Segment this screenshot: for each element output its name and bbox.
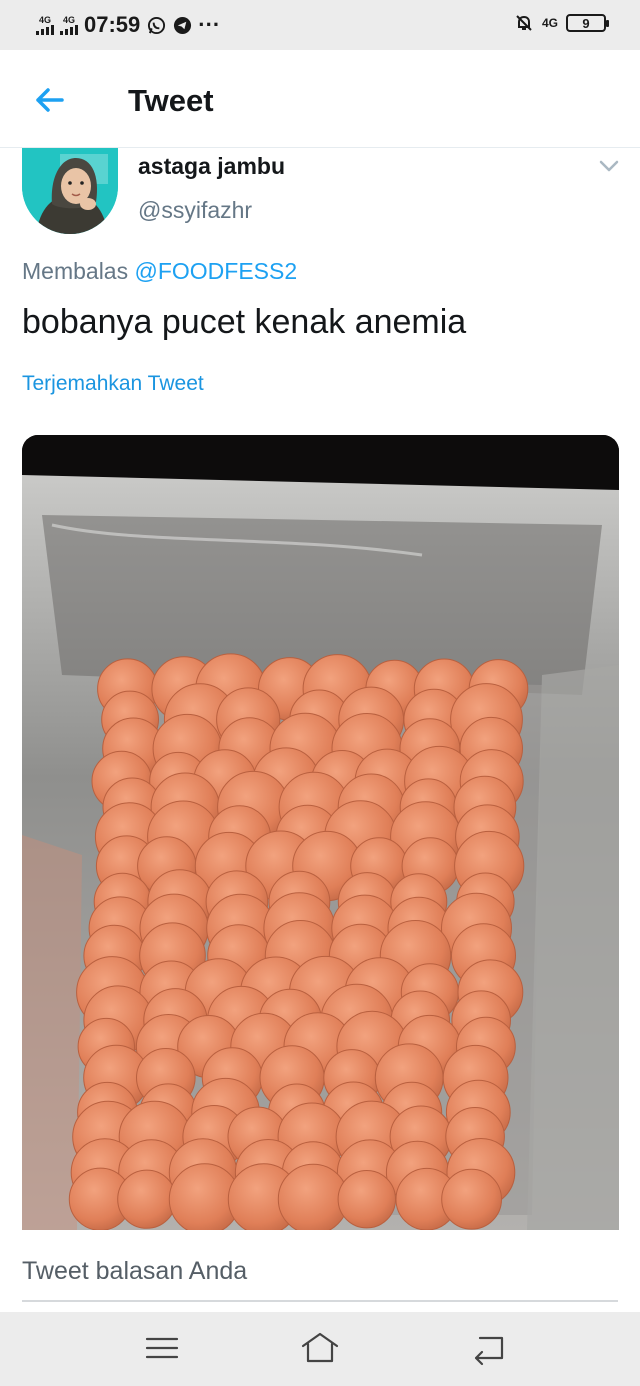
- status-bar-right: 4G 9: [514, 13, 609, 33]
- signal-bars-icon: [36, 24, 54, 35]
- mute-bell-icon: [514, 13, 534, 33]
- reply-prefix: Membalas: [22, 258, 129, 284]
- translate-tweet-link[interactable]: Terjemahkan Tweet: [22, 372, 204, 396]
- system-nav-bar: [0, 1312, 640, 1386]
- boba-pearl: [441, 1168, 503, 1230]
- reply-input[interactable]: Tweet balasan Anda: [22, 1257, 247, 1286]
- back-button[interactable]: [32, 82, 68, 118]
- boba-pearl: [277, 1163, 349, 1230]
- back-icon: [474, 1336, 504, 1366]
- battery-level: 9: [582, 15, 590, 31]
- recent-apps-button[interactable]: [142, 1330, 182, 1366]
- tweet-text: bobanya pucet kenak anemia: [22, 303, 467, 341]
- tweet-options-button[interactable]: [598, 158, 620, 174]
- page-title: Tweet: [128, 83, 214, 118]
- network-type-label: 4G: [38, 14, 51, 25]
- avatar[interactable]: [22, 148, 118, 234]
- chevron-down-icon: [599, 160, 619, 172]
- boba-pearl: [337, 1170, 396, 1229]
- reply-mention-link[interactable]: @FOODFESS2: [135, 258, 298, 284]
- telegram-icon: [172, 15, 192, 35]
- menu-icon: [145, 1337, 179, 1359]
- app-header: Tweet: [0, 50, 640, 148]
- battery-icon: 9: [566, 14, 609, 32]
- mobile-data-label: 4G: [541, 16, 558, 30]
- boba-container-image: [22, 435, 619, 1230]
- status-bar-left: 4G 4G 07:59 ···: [36, 12, 220, 38]
- author-handle[interactable]: @ssyifazhr: [138, 197, 252, 224]
- whatsapp-icon: [146, 15, 166, 35]
- boba-balls: [68, 653, 529, 1230]
- network-type-label: 4G: [62, 14, 75, 25]
- boba-pearl: [117, 1169, 177, 1229]
- home-icon: [301, 1332, 339, 1363]
- reply-context: Membalas @FOODFESS2: [22, 258, 297, 285]
- author-name[interactable]: astaga jambu: [138, 153, 285, 180]
- arrow-left-icon: [36, 88, 64, 112]
- signal-bars-icon: [60, 24, 78, 35]
- status-bar: 4G 4G 07:59 ··· 4G 9: [0, 0, 640, 50]
- clock: 07:59: [84, 12, 141, 37]
- home-button[interactable]: [300, 1330, 340, 1366]
- reply-input-underline: [22, 1300, 618, 1302]
- system-back-button[interactable]: [468, 1330, 508, 1366]
- more-dots-icon: ···: [198, 12, 221, 37]
- tweet-photo[interactable]: [22, 435, 619, 1230]
- network-indicator-2: 4G: [60, 14, 78, 35]
- network-indicator-1: 4G: [36, 14, 54, 35]
- reply-composer: Tweet balasan Anda: [0, 1230, 640, 1312]
